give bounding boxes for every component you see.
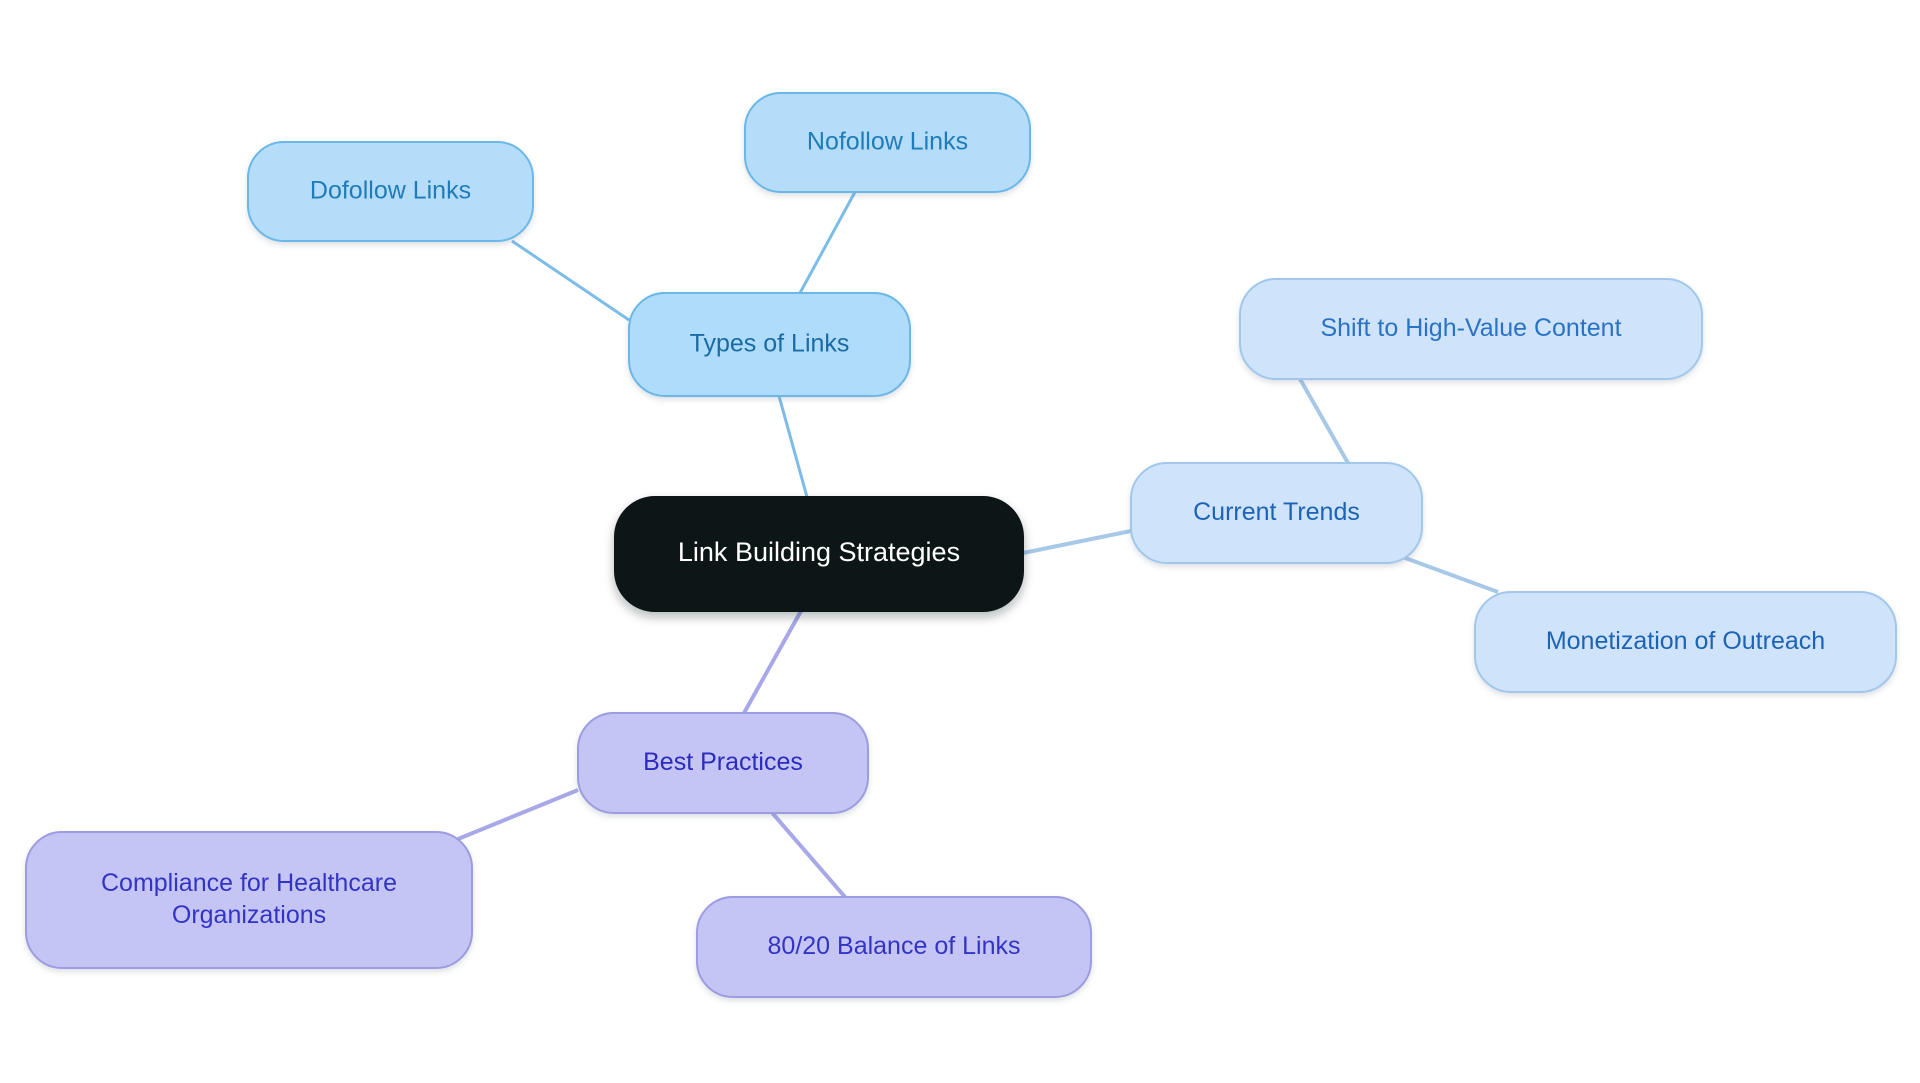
node-label-best-practices: Best Practices — [643, 748, 803, 776]
node-label-line: Compliance for Healthcare — [101, 869, 397, 897]
edge-types-nofollow — [798, 191, 857, 294]
node-label-nofollow-links: Nofollow Links — [807, 127, 968, 155]
node-types-of-links[interactable]: Types of Links — [628, 292, 911, 397]
edge-root-trends — [1022, 529, 1132, 555]
node-best-practices[interactable]: Best Practices — [577, 712, 869, 814]
node-label-line: Types of Links — [690, 329, 850, 357]
nodes-layer: Nofollow Links Dofollow Links Shift to Hig… — [25, 92, 1897, 998]
node-label-line: 80/20 Balance of Links — [768, 932, 1021, 960]
node-label-line: Nofollow Links — [807, 127, 968, 155]
node-monetization-of-outreach[interactable]: Monetization of Outreach — [1474, 591, 1897, 693]
edge-root-best — [742, 610, 803, 714]
node-label-line: Link Building Strategies — [678, 537, 960, 567]
mind-map-svg: Nofollow Links Dofollow Links Shift to Hig… — [25, 92, 1897, 998]
node-dofollow-links[interactable]: Dofollow Links — [247, 141, 534, 242]
node-shift-to-high-value-content[interactable]: Shift to High-Value Content — [1239, 278, 1703, 380]
node-label-shift-to-high-value-content: Shift to High-Value Content — [1320, 314, 1621, 342]
node-80-20-balance-of-links[interactable]: 80/20 Balance of Links — [696, 896, 1092, 998]
node-label-root: Link Building Strategies — [678, 537, 960, 567]
edge-trends-shift — [1298, 378, 1350, 464]
node-compliance-for-healthcare-organizations[interactable]: Compliance for Healthcare Organizations — [25, 831, 473, 969]
node-label-line: Monetization of Outreach — [1546, 627, 1825, 655]
edge-best-compliance — [457, 788, 579, 841]
node-label-line: Current Trends — [1193, 498, 1360, 526]
edge-types-dofollow — [511, 239, 630, 322]
node-label-line: Best Practices — [643, 748, 803, 776]
node-label-dofollow-links: Dofollow Links — [310, 176, 471, 204]
node-root[interactable]: Link Building Strategies — [614, 496, 1024, 612]
node-label-current-trends: Current Trends — [1193, 498, 1360, 526]
mind-map-canvas: Nofollow Links Dofollow Links Shift to Hig… — [0, 0, 1920, 1083]
node-label-line: Organizations — [172, 901, 326, 929]
node-label-monetization-of-outreach: Monetization of Outreach — [1546, 627, 1825, 655]
node-current-trends[interactable]: Current Trends — [1130, 462, 1423, 564]
node-label-types-of-links: Types of Links — [690, 329, 850, 357]
node-label-line: Dofollow Links — [310, 176, 471, 204]
node-label-line: Shift to High-Value Content — [1320, 314, 1621, 342]
node-label-80-20-balance-of-links: 80/20 Balance of Links — [768, 932, 1021, 960]
node-nofollow-links[interactable]: Nofollow Links — [744, 92, 1031, 193]
edge-root-types — [777, 395, 809, 498]
edge-trends-monetization — [1396, 553, 1499, 594]
